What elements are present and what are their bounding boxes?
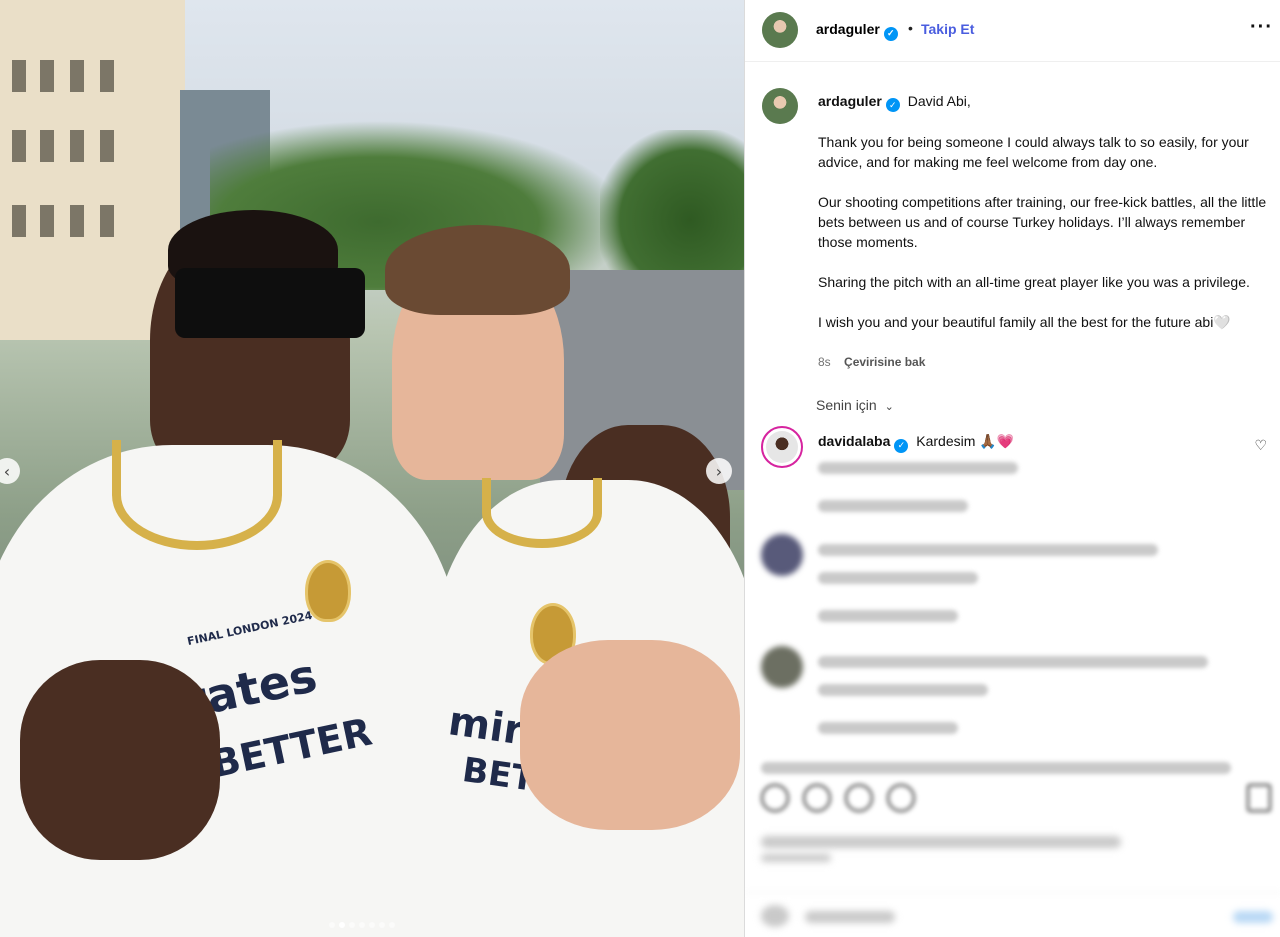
view-replies-blurred (818, 610, 958, 622)
caption-paragraph: Our shooting competitions after training… (818, 194, 1267, 250)
verified-badge-icon: ✓ (885, 98, 900, 112)
comment-item: davidalaba ✓ Kardesim 🙏🏾💗 ♡ (761, 426, 1271, 536)
view-replies-blurred (818, 500, 968, 512)
comment-body: davidalaba ✓ Kardesim 🙏🏾💗 (818, 433, 1014, 453)
post-actions (761, 784, 1271, 818)
caption-username[interactable]: ardaguler (818, 93, 882, 109)
caption-author-avatar[interactable] (762, 88, 798, 124)
post-caption: ardaguler ✓ David Abi, Thank you for bein… (818, 91, 1270, 332)
comment-item-blurred (761, 534, 1271, 634)
comment-text-blurred (818, 544, 1158, 556)
share-icon[interactable] (845, 784, 873, 812)
verified-badge-icon: ✓ (883, 26, 898, 41)
commenter-avatar (761, 534, 803, 576)
carousel-dot (339, 922, 345, 928)
carousel-dot (349, 922, 355, 928)
carousel-dot (389, 922, 395, 928)
chevron-left-icon: ‹ (3, 461, 11, 481)
carousel-prev-button[interactable]: ‹ (0, 458, 20, 484)
separator-dot: • (908, 20, 913, 36)
post-header: ardaguler ✓ • Takip Et ··· (745, 0, 1280, 62)
chevron-right-icon: › (715, 461, 723, 481)
author-avatar[interactable] (762, 12, 798, 48)
more-horizontal-icon[interactable]: ··· (1250, 16, 1273, 39)
sunglasses (175, 268, 365, 338)
carousel-dots (329, 922, 395, 928)
player-right-hair (385, 225, 570, 315)
player-left-hand (20, 660, 220, 860)
player-right-collar (482, 478, 602, 548)
background-building (0, 0, 185, 340)
like-heart-icon[interactable] (761, 784, 789, 812)
follow-button[interactable]: Takip Et (921, 21, 974, 37)
carousel-dot (379, 922, 385, 928)
carousel-dot (329, 922, 335, 928)
commenter-username[interactable]: davidalaba (818, 433, 890, 449)
club-crest-left (305, 560, 351, 622)
commenter-avatar (761, 646, 803, 688)
likes-blurred (761, 830, 1271, 862)
caption-paragraph: Sharing the pitch with an all-time great… (818, 274, 1250, 290)
post-time: 8s (818, 355, 831, 369)
heart-icon[interactable]: ♡ (1254, 438, 1267, 454)
caption-paragraph: Thank you for being someone I could alwa… (818, 134, 1249, 170)
caption-meta: 8s Çevirisine bak (818, 355, 925, 369)
comment-text: Kardesim 🙏🏾💗 (916, 433, 1015, 449)
carousel-dot (369, 922, 375, 928)
verified-badge-icon: ✓ (894, 438, 909, 453)
comment-actions-blurred (818, 684, 988, 696)
post-sidebar: ardaguler ✓ • Takip Et ··· ardaguler ✓ Dav… (744, 0, 1280, 937)
chevron-down-icon: ⌄ (884, 400, 894, 413)
add-comment-bar-blurred (745, 892, 1280, 937)
post-photo[interactable]: FINAL LONDON 2024 mirates BETTER mirates… (0, 0, 744, 937)
comment-text-blurred (818, 656, 1208, 668)
player-right-hand (520, 640, 740, 830)
see-translation-link[interactable]: Çevirisine bak (844, 355, 925, 369)
comment-filter-dropdown[interactable]: Senin için ⌄ (816, 397, 894, 413)
carousel-dot (359, 922, 365, 928)
comment-item-blurred (761, 646, 1271, 746)
comment-filter-label[interactable]: Senin için (816, 397, 877, 413)
comment-preview-blurred (761, 762, 1231, 774)
carousel-next-button[interactable]: › (706, 458, 732, 484)
author-username-text[interactable]: ardaguler (816, 21, 880, 37)
gift-icon[interactable] (887, 784, 915, 812)
bookmark-icon[interactable] (1247, 784, 1271, 812)
caption-paragraph: I wish you and your beautiful family all… (818, 314, 1231, 330)
caption-greeting: David Abi, (907, 93, 971, 109)
comment-actions-blurred (818, 572, 978, 584)
comment-icon[interactable] (803, 784, 831, 812)
player-left-collar (112, 440, 282, 550)
commenter-avatar[interactable] (761, 426, 803, 468)
author-username[interactable]: ardaguler ✓ (816, 21, 898, 41)
view-replies-blurred (818, 722, 958, 734)
comment-actions-blurred (818, 462, 1018, 474)
